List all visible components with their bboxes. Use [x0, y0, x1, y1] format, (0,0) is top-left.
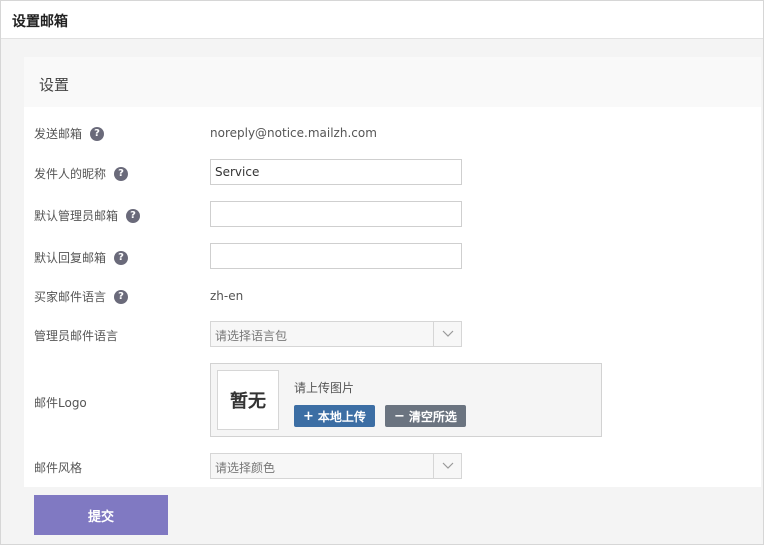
chevron-down-icon[interactable]	[433, 322, 461, 346]
help-icon[interactable]: ?	[114, 250, 129, 265]
admin-language-select[interactable]: 请选择语言包	[210, 321, 462, 347]
minus-icon: −	[394, 408, 405, 424]
admin-email-label: 默认管理员邮箱 ?	[34, 207, 141, 224]
reply-email-label: 默认回复邮箱 ?	[34, 249, 129, 266]
admin-language-label: 管理员邮件语言	[34, 329, 119, 343]
help-icon[interactable]: ?	[114, 166, 129, 181]
submit-button[interactable]: 提交	[34, 495, 168, 535]
logo-hint: 请上传图片	[294, 381, 355, 395]
panel-header: 设置	[24, 57, 761, 107]
sender-nickname-input[interactable]	[210, 159, 462, 185]
style-select[interactable]: 请选择颜色	[210, 453, 462, 479]
admin-email-input[interactable]	[210, 201, 462, 227]
upload-button[interactable]: + 本地上传	[294, 405, 375, 427]
buyer-language-value: zh-en	[210, 289, 244, 303]
sender-email-label: 发送邮箱 ?	[34, 125, 105, 142]
help-icon[interactable]: ?	[90, 126, 105, 141]
panel-title: 设置	[39, 76, 70, 94]
page-header: 设置邮箱	[1, 1, 763, 39]
chevron-down-icon[interactable]	[433, 454, 461, 478]
clear-selection-button[interactable]: − 清空所选	[385, 405, 466, 427]
help-icon[interactable]: ?	[126, 208, 141, 223]
page-title: 设置邮箱	[12, 14, 68, 30]
sender-nickname-label: 发件人的昵称 ?	[34, 165, 129, 182]
logo-preview: 暂无	[217, 370, 279, 430]
logo-label: 邮件Logo	[34, 396, 87, 410]
style-label: 邮件风格	[34, 461, 83, 475]
buyer-language-label: 买家邮件语言 ?	[34, 288, 129, 305]
logo-upload-area: 暂无 请上传图片 + 本地上传 − 清空所选	[210, 363, 602, 437]
help-icon[interactable]: ?	[114, 289, 129, 304]
plus-icon: +	[303, 408, 314, 424]
sender-email-value: noreply@notice.mailzh.com	[210, 126, 377, 140]
style-placeholder: 请选择颜色	[215, 461, 276, 475]
admin-language-placeholder: 请选择语言包	[215, 329, 288, 343]
reply-email-input[interactable]	[210, 243, 462, 269]
